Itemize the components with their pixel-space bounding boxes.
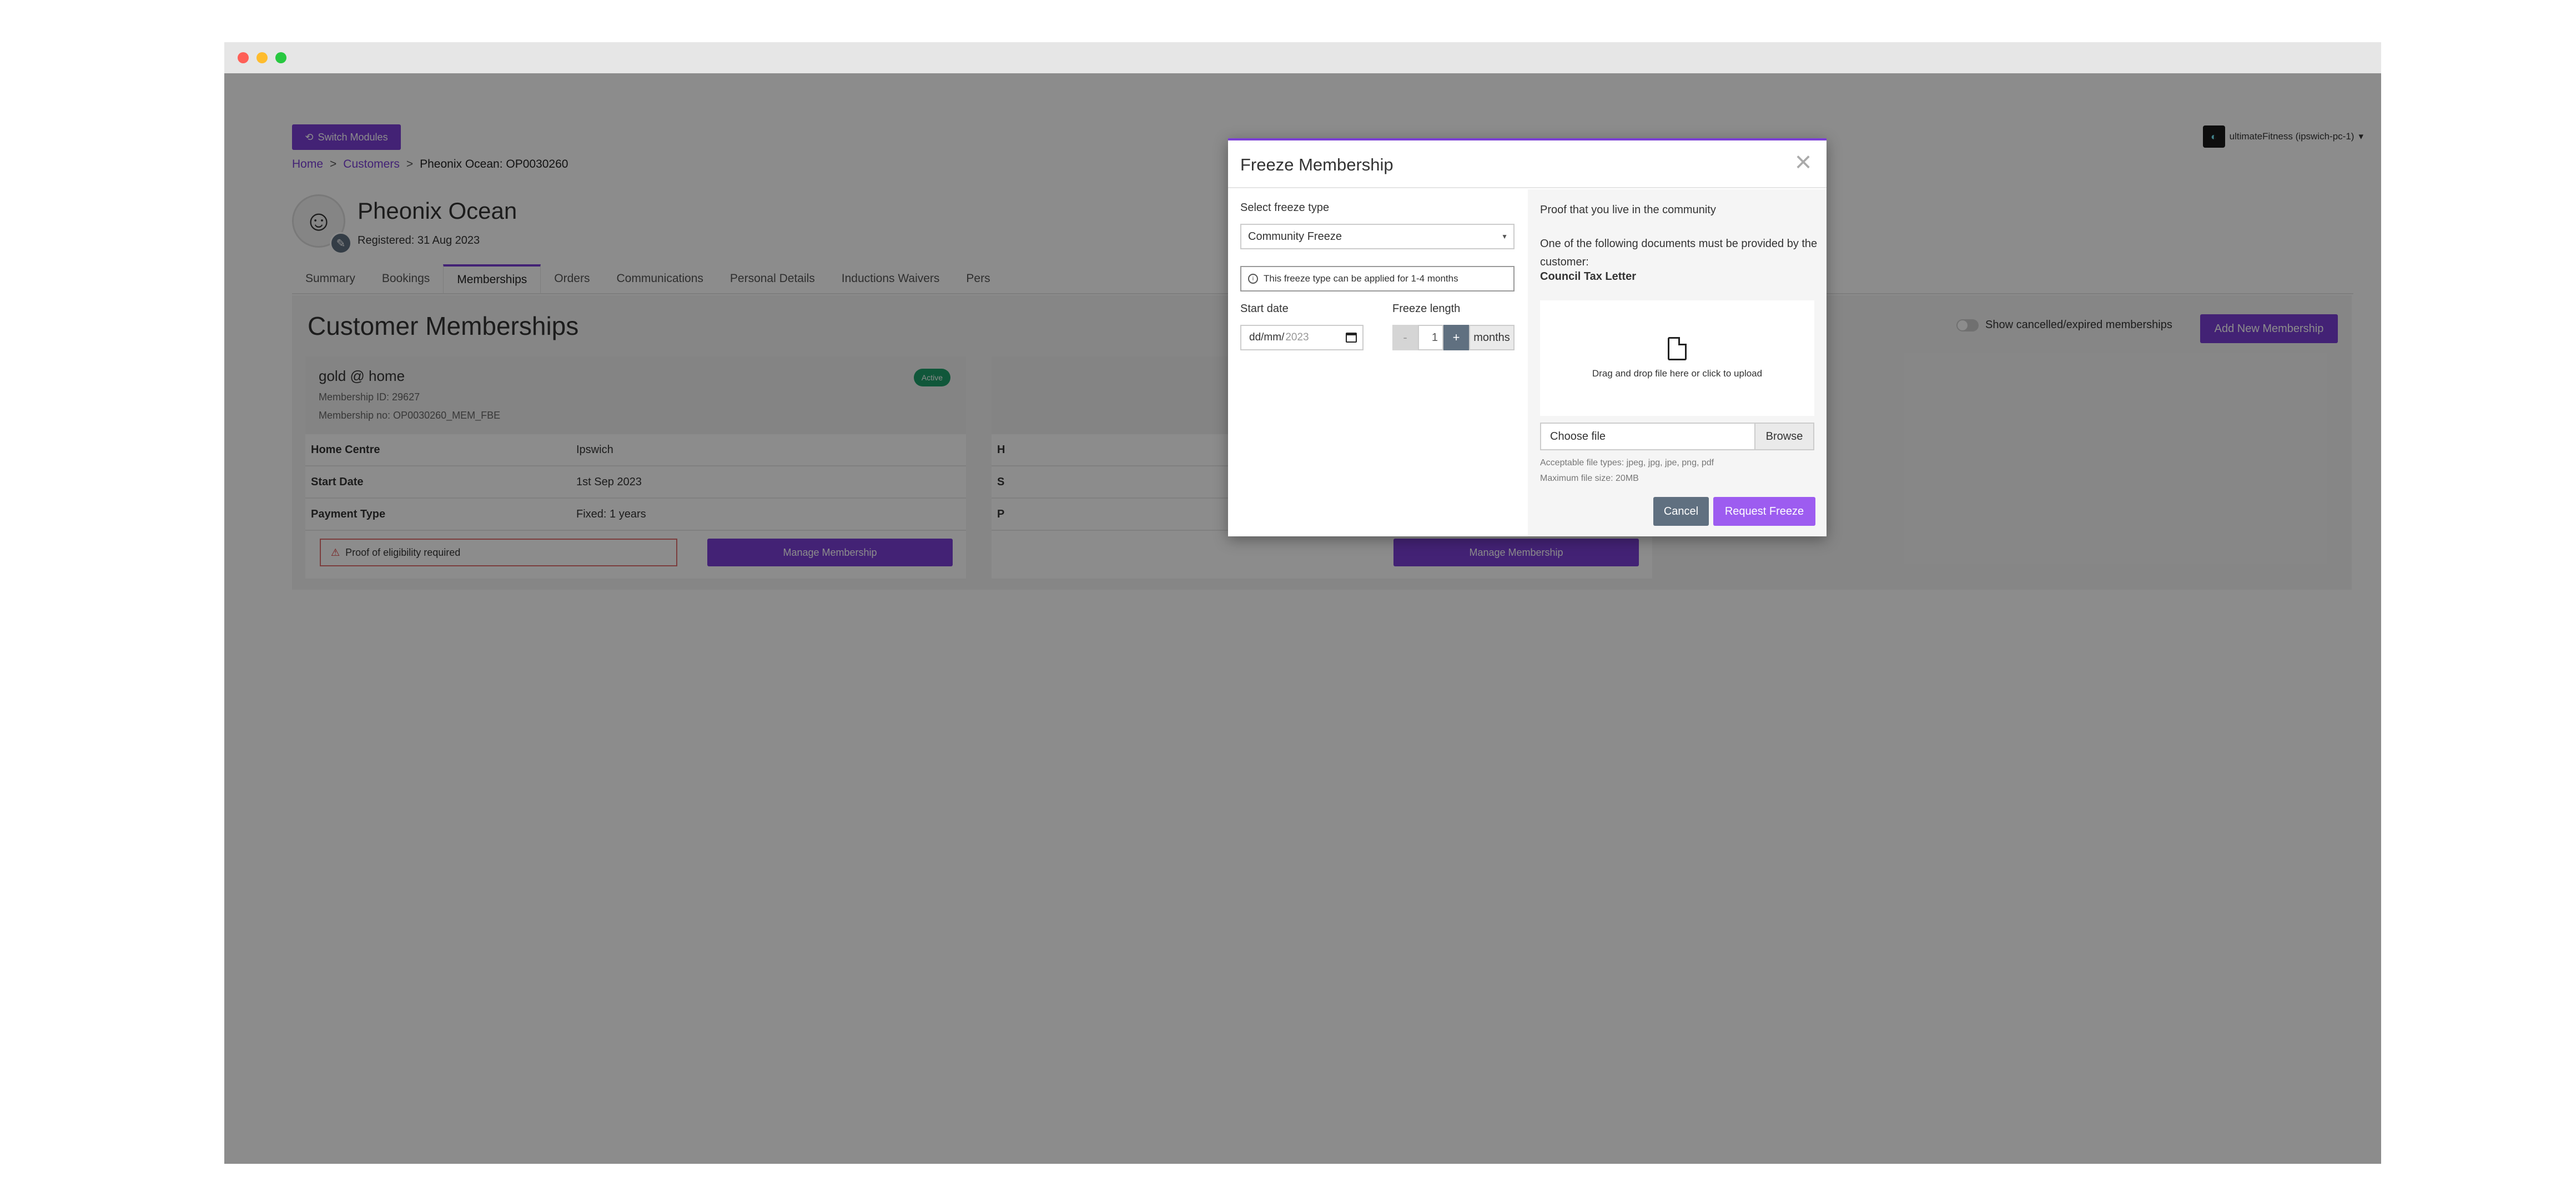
dialog-header: Freeze Membership × [1228,140,1827,188]
window-titlebar [224,42,2381,73]
increment-button[interactable]: + [1443,325,1469,350]
cancel-button[interactable]: Cancel [1653,497,1709,526]
decrement-button[interactable]: - [1392,325,1418,350]
start-date-input[interactable]: dd/mm/ 2023 [1240,325,1364,350]
proof-description: One of the following documents must be p… [1540,238,1818,268]
file-input-placeholder[interactable]: Choose file [1540,423,1755,450]
file-types-hint: Acceptable file types: jpeg, jpg, jpe, p… [1540,458,1714,468]
freeze-length-stepper: - 1 + months [1392,325,1515,350]
freeze-info-text: This freeze type can be applied for 1-4 … [1264,273,1458,284]
request-freeze-button[interactable]: Request Freeze [1713,497,1815,526]
freeze-length-label: Freeze length [1392,303,1461,315]
minimize-window-icon[interactable] [256,52,268,63]
start-date-label: Start date [1240,303,1289,315]
freeze-type-value: Community Freeze [1248,230,1342,243]
file-icon [1668,337,1687,360]
freeze-length-input[interactable]: 1 [1418,325,1443,350]
close-icon[interactable]: × [1789,148,1818,178]
proof-title: Proof that you live in the community [1540,204,1716,216]
required-document: Council Tax Letter [1540,270,1636,283]
date-year: 2023 [1285,331,1309,343]
freeze-options-column: Select freeze type Community Freeze ▼ i … [1228,189,1527,536]
info-icon: i [1248,274,1258,284]
file-dropzone[interactable]: Drag and drop file here or click to uplo… [1540,300,1814,416]
date-placeholder: dd/mm/ [1249,331,1285,343]
dropzone-text: Drag and drop file here or click to uplo… [1592,368,1763,379]
freeze-type-select[interactable]: Community Freeze ▼ [1240,224,1515,249]
file-input[interactable]: Choose file Browse [1540,423,1814,450]
freeze-membership-dialog: Freeze Membership × Select freeze type C… [1228,138,1827,536]
caret-down-icon: ▼ [1501,233,1508,240]
max-size-hint: Maximum file size: 20MB [1540,474,1639,483]
browser-window: ⟲ Switch Modules ◐ ultimateFitness (ipsw… [224,42,2381,1164]
freeze-type-label: Select freeze type [1240,202,1330,214]
freeze-length-unit: months [1469,325,1515,350]
freeze-info-note: i This freeze type can be applied for 1-… [1240,266,1515,292]
close-window-icon[interactable] [238,52,249,63]
proof-upload-column: Proof that you live in the community One… [1528,189,1827,536]
browse-button[interactable]: Browse [1755,423,1814,450]
maximize-window-icon[interactable] [275,52,286,63]
dialog-title: Freeze Membership [1240,155,1393,174]
dialog-body: Select freeze type Community Freeze ▼ i … [1228,189,1827,536]
calendar-icon[interactable] [1346,333,1357,343]
